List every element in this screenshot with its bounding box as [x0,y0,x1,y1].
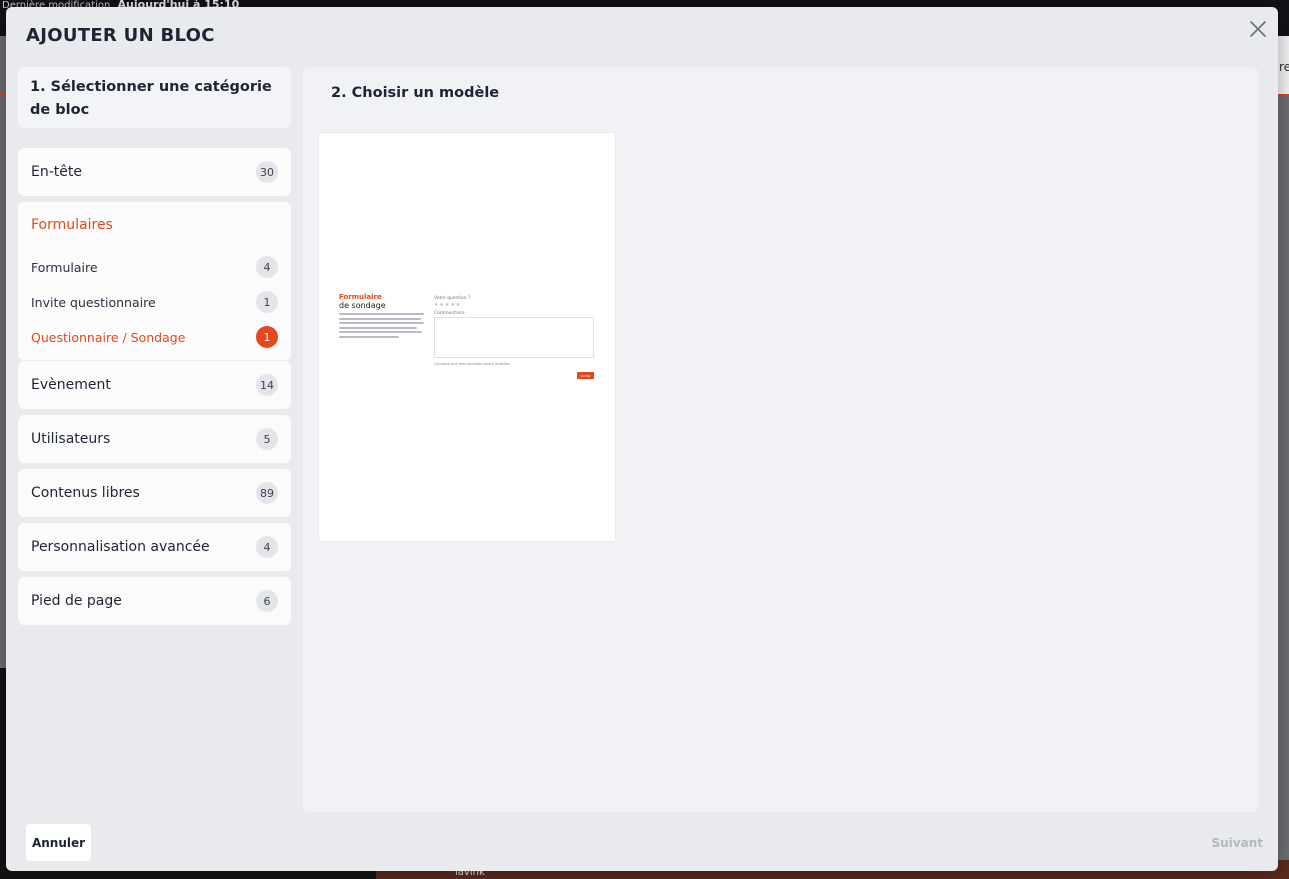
category-count-badge: 5 [256,428,278,450]
category-count-badge: 14 [256,374,278,396]
template-card-formulaire-de-sondage[interactable]: Formulaire de sondage Votre question ? ★… [319,133,615,541]
next-button[interactable]: Suivant [1191,824,1264,861]
subcategory-formulaire[interactable]: Formulaire 4 [31,255,278,279]
subcategory-questionnaire-sondage[interactable]: Questionnaire / Sondage 1 [31,325,278,349]
cancel-button[interactable]: Annuler [26,824,91,861]
template-preview-textarea [434,317,594,358]
modal-title: AJOUTER UN BLOC [26,25,215,46]
category-contenus-libres[interactable]: Contenus libres 89 [18,469,291,517]
category-label: Pied de page [31,593,122,609]
close-icon [1250,21,1266,37]
category-label-formulaires[interactable]: Formulaires [31,217,113,233]
category-utilisateurs[interactable]: Utilisateurs 5 [18,415,291,463]
template-preview-subtitle: de sondage [339,301,386,310]
category-count-badge: 6 [256,590,278,612]
template-preview-text-lines [339,313,424,340]
template-preview-checkbox-text: J'accepte que mes données soient utilisé… [434,362,511,366]
subcategory-label: Invite questionnaire [31,294,156,310]
subcategory-count-badge: 4 [256,256,278,278]
category-count-badge: 4 [256,536,278,558]
category-en-tete[interactable]: En-tête 30 [18,148,291,196]
category-label: En-tête [31,164,82,180]
template-preview-submit: Valider [577,372,594,379]
category-label: Utilisateurs [31,431,111,447]
subcategory-label: Formulaire [31,259,98,275]
category-evenement[interactable]: Evènement 14 [18,361,291,409]
category-label: Personnalisation avancée [31,539,210,555]
category-pied-de-page[interactable]: Pied de page 6 [18,577,291,625]
template-preview-comment-label: Commentaire [434,311,465,316]
template-preview-question: Votre question ? [434,296,471,301]
category-formulaires: Formulaires Formulaire 4 Invite question… [18,202,291,360]
category-label: Evènement [31,377,111,393]
template-preview-stars: ★★★★★ [434,302,462,308]
subcategory-label-active: Questionnaire / Sondage [31,329,186,345]
step-1-heading: 1. Sélectionner une catégorie de bloc [18,67,291,128]
category-count-badge: 89 [256,482,278,504]
category-label: Contenus libres [31,485,140,501]
subcategory-invite-questionnaire[interactable]: Invite questionnaire 1 [31,290,278,314]
template-panel: 2. Choisir un modèle Formulaire de sonda… [303,67,1258,812]
subcategory-count-badge-active: 1 [256,326,278,348]
close-button[interactable] [1248,19,1268,39]
category-personnalisation-avancee[interactable]: Personnalisation avancée 4 [18,523,291,571]
step-2-heading: 2. Choisir un modèle [331,85,500,101]
background-right-text: re [1279,60,1289,74]
subcategory-count-badge: 1 [256,291,278,313]
category-count-badge: 30 [256,161,278,183]
add-block-modal: AJOUTER UN BLOC 1. Sélectionner une caté… [6,7,1278,871]
template-preview-title: Formulaire [339,293,382,301]
